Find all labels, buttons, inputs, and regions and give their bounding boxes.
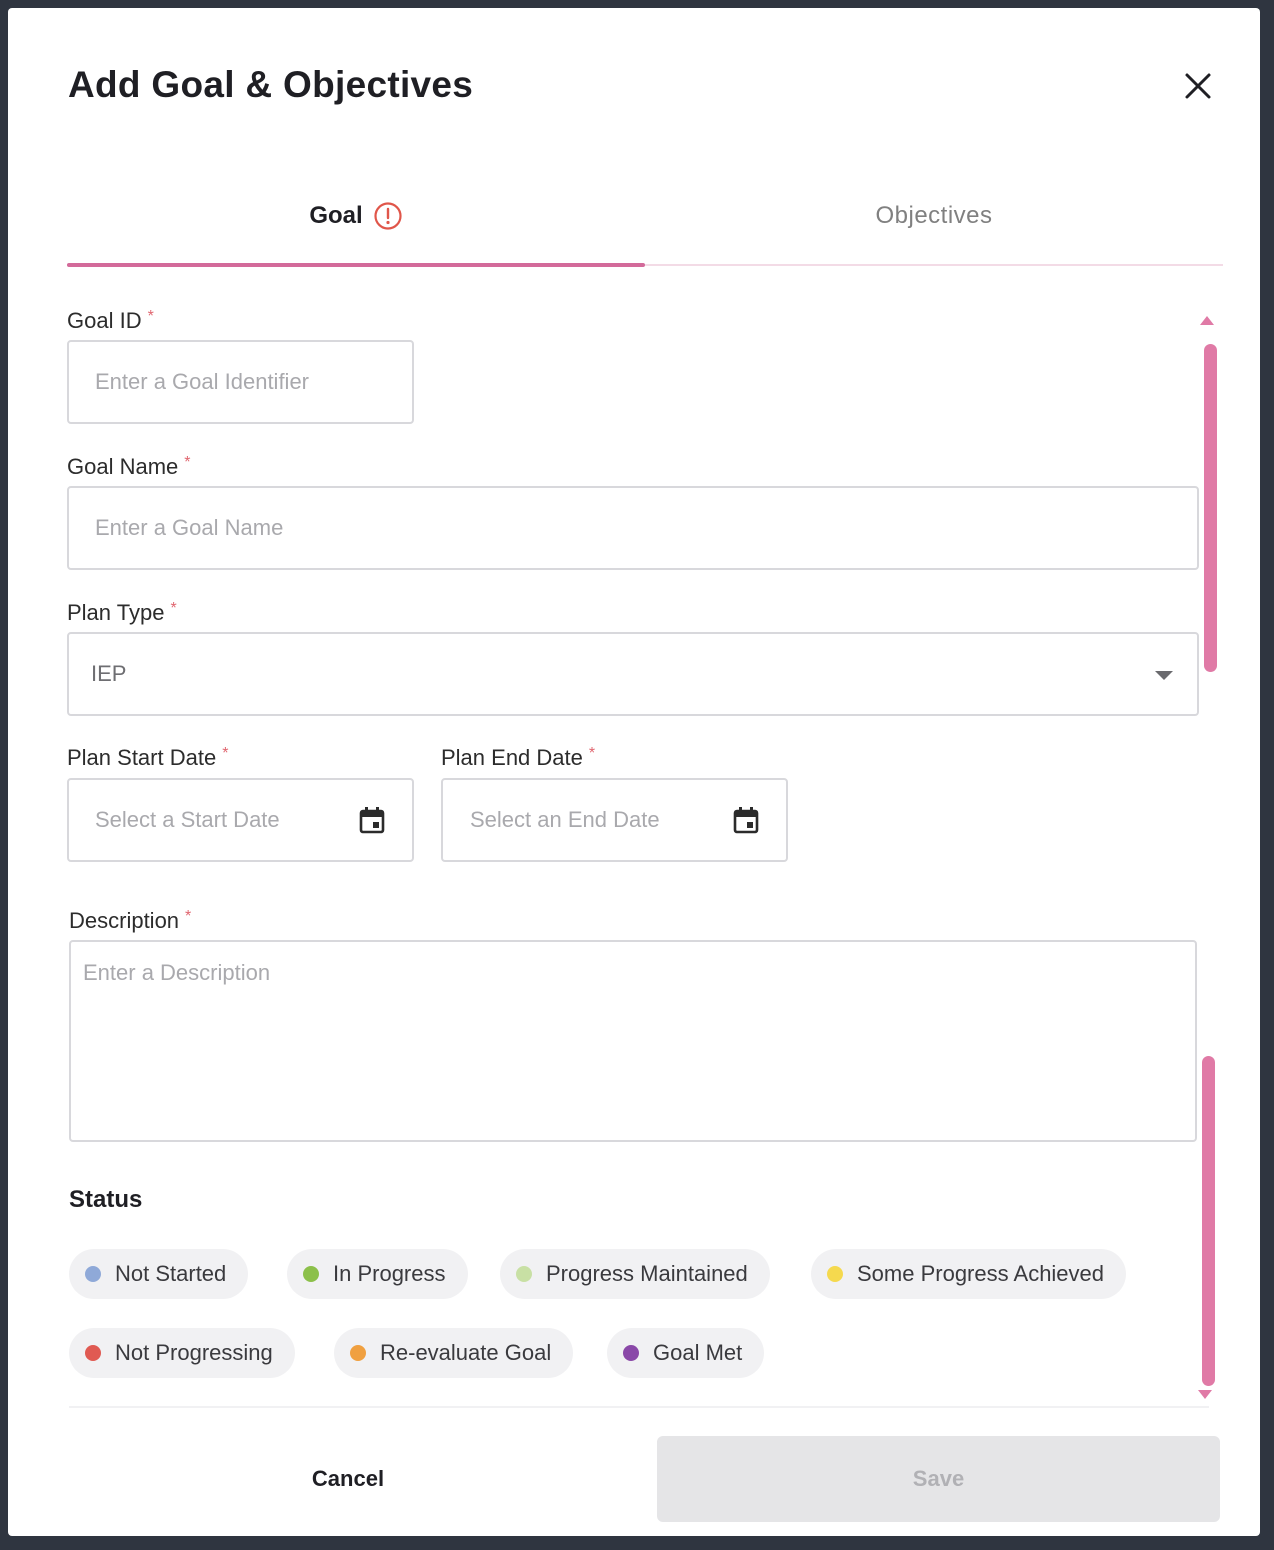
calendar-icon[interactable] — [356, 804, 388, 836]
scroll-down-arrow-icon[interactable] — [1198, 1390, 1212, 1399]
status-chip-label: Not Started — [115, 1261, 227, 1286]
status-dot — [827, 1266, 843, 1282]
status-chip-not-progressing[interactable]: Not Progressing — [69, 1328, 295, 1378]
status-chip-label: Some Progress Achieved — [857, 1261, 1105, 1286]
goal-id-input[interactable] — [95, 369, 412, 395]
plan-end-date-label-text: Plan End Date — [441, 745, 583, 770]
plan-start-date-label: Plan Start Date * — [67, 745, 228, 771]
status-chip-label: Progress Maintained — [546, 1261, 748, 1286]
tab-active-indicator — [67, 263, 645, 267]
goal-id-label: Goal ID * — [67, 308, 154, 334]
scrollbar-thumb-lower[interactable] — [1202, 1056, 1215, 1386]
status-dot — [85, 1266, 101, 1282]
close-button[interactable] — [1178, 66, 1218, 106]
status-dot — [516, 1266, 532, 1282]
description-field[interactable] — [69, 940, 1197, 1142]
required-mark: * — [147, 308, 154, 325]
status-dot — [350, 1345, 366, 1361]
status-chip-goal-met[interactable]: Goal Met — [607, 1328, 765, 1378]
footer-divider — [69, 1406, 1209, 1408]
goal-name-label: Goal Name * — [67, 454, 191, 480]
modal-title: Add Goal & Objectives — [68, 64, 474, 105]
scroll-up-arrow-icon[interactable] — [1200, 316, 1214, 325]
required-mark: * — [588, 745, 596, 762]
save-button[interactable]: Save — [657, 1436, 1220, 1522]
status-chip-label: Not Progressing — [115, 1340, 273, 1365]
status-dot — [85, 1345, 101, 1361]
scrollbar[interactable] — [1196, 308, 1220, 1408]
status-chip-progress-maintained[interactable]: Progress Maintained — [500, 1249, 770, 1299]
status-chip-some-progress-achieved[interactable]: Some Progress Achieved — [811, 1249, 1127, 1299]
tab-objectives-label: Objectives — [875, 202, 993, 229]
plan-end-date-label: Plan End Date * — [441, 745, 595, 771]
status-chip-not-started[interactable]: Not Started — [69, 1249, 249, 1299]
description-label: Description * — [69, 908, 191, 934]
description-textarea[interactable] — [71, 942, 1195, 1140]
scrollbar-thumb[interactable] — [1204, 344, 1217, 672]
plan-end-date-placeholder: Select an End Date — [470, 807, 660, 832]
plan-end-date-field[interactable]: Select an End Date — [441, 778, 788, 862]
add-goal-modal: Add Goal & Objectives Goal Objectives Go… — [8, 8, 1260, 1536]
plan-start-date-label-text: Plan Start Date — [67, 745, 217, 770]
status-chip-in-progress[interactable]: In Progress — [287, 1249, 468, 1299]
goal-id-field[interactable] — [67, 340, 414, 424]
status-chip-label: In Progress — [333, 1261, 446, 1286]
tab-objectives[interactable]: Objectives — [645, 168, 1223, 264]
tab-bar: Goal Objectives — [67, 168, 1223, 268]
status-dot — [623, 1345, 639, 1361]
calendar-icon[interactable] — [730, 804, 762, 836]
plan-type-label: Plan Type * — [67, 600, 177, 626]
required-mark: * — [222, 745, 229, 762]
goal-name-field[interactable] — [67, 486, 1199, 570]
required-mark: * — [185, 908, 192, 925]
plan-type-selected-value: IEP — [91, 661, 127, 686]
required-mark: * — [170, 600, 177, 617]
plan-type-select[interactable]: IEP — [67, 632, 1199, 716]
status-chip-label: Re-evaluate Goal — [380, 1340, 552, 1365]
status-heading: Status — [69, 1186, 143, 1213]
required-mark: * — [184, 454, 191, 471]
plan-start-date-placeholder: Select a Start Date — [95, 807, 280, 832]
plan-start-date-field[interactable]: Select a Start Date — [67, 778, 414, 862]
status-chip-label: Goal Met — [653, 1340, 743, 1365]
tab-goal[interactable]: Goal — [67, 168, 645, 264]
goal-id-label-text: Goal ID — [67, 308, 142, 333]
goal-name-input[interactable] — [95, 515, 1197, 541]
status-chip-re-evaluate-goal[interactable]: Re-evaluate Goal — [334, 1328, 574, 1378]
description-label-text: Description — [69, 908, 180, 933]
tab-goal-label: Goal — [309, 202, 363, 229]
goal-name-label-text: Goal Name — [67, 454, 179, 479]
cancel-button[interactable]: Cancel — [68, 1438, 628, 1520]
close-icon — [1185, 73, 1211, 99]
alert-circle-icon — [374, 202, 402, 230]
chevron-down-icon — [1155, 671, 1173, 680]
plan-type-label-text: Plan Type — [67, 600, 165, 625]
status-dot — [303, 1266, 319, 1282]
